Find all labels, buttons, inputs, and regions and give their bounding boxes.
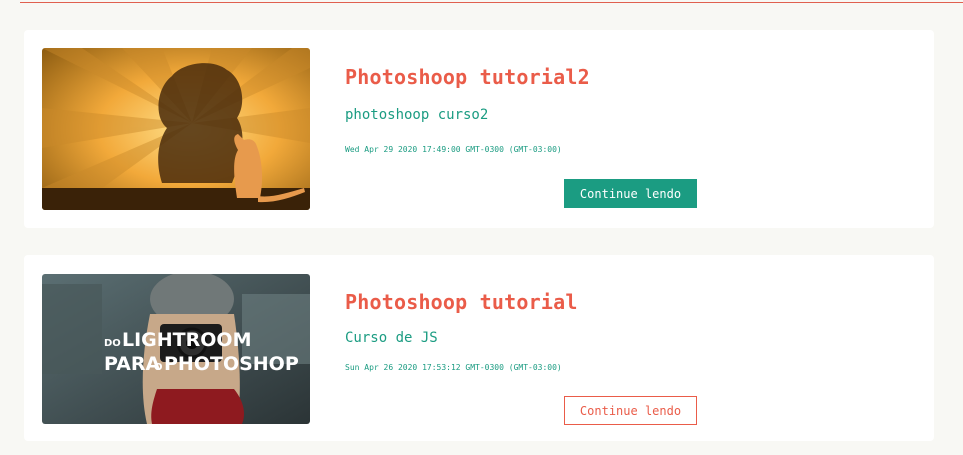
- continue-reading-button[interactable]: Continue lendo: [564, 179, 697, 208]
- post-thumbnail[interactable]: DO LIGHTROOM PARA O PHOTOSHOP: [42, 274, 310, 424]
- post-subtitle: photoshoop curso2: [345, 107, 489, 123]
- thumbnail-text-para: PARA: [104, 353, 161, 375]
- post-thumbnail[interactable]: [42, 48, 310, 210]
- post-title[interactable]: Photoshoop tutorial2: [345, 65, 590, 89]
- top-divider: [20, 2, 963, 3]
- continue-reading-button[interactable]: Continue lendo: [564, 396, 697, 425]
- post-card: Photoshoop tutorial2 photoshoop curso2 W…: [24, 30, 934, 228]
- lion-shadow-cat-image: [42, 48, 310, 210]
- thumbnail-text-small-1: DO: [104, 338, 121, 349]
- camera-girl-image: DO LIGHTROOM PARA O PHOTOSHOP: [42, 274, 310, 424]
- post-date: Wed Apr 29 2020 17:49:00 GMT-0300 (GMT-0…: [345, 145, 562, 154]
- thumbnail-text-photoshop: PHOTOSHOP: [164, 353, 299, 375]
- post-title[interactable]: Photoshoop tutorial: [345, 290, 578, 314]
- thumbnail-text-lightroom: LIGHTROOM: [122, 329, 251, 351]
- thumbnail-text-small-2: O: [154, 362, 163, 373]
- post-date: Sun Apr 26 2020 17:53:12 GMT-0300 (GMT-0…: [345, 363, 562, 372]
- post-card: DO LIGHTROOM PARA O PHOTOSHOP Photoshoop…: [24, 255, 934, 441]
- post-subtitle: Curso de JS: [345, 330, 438, 346]
